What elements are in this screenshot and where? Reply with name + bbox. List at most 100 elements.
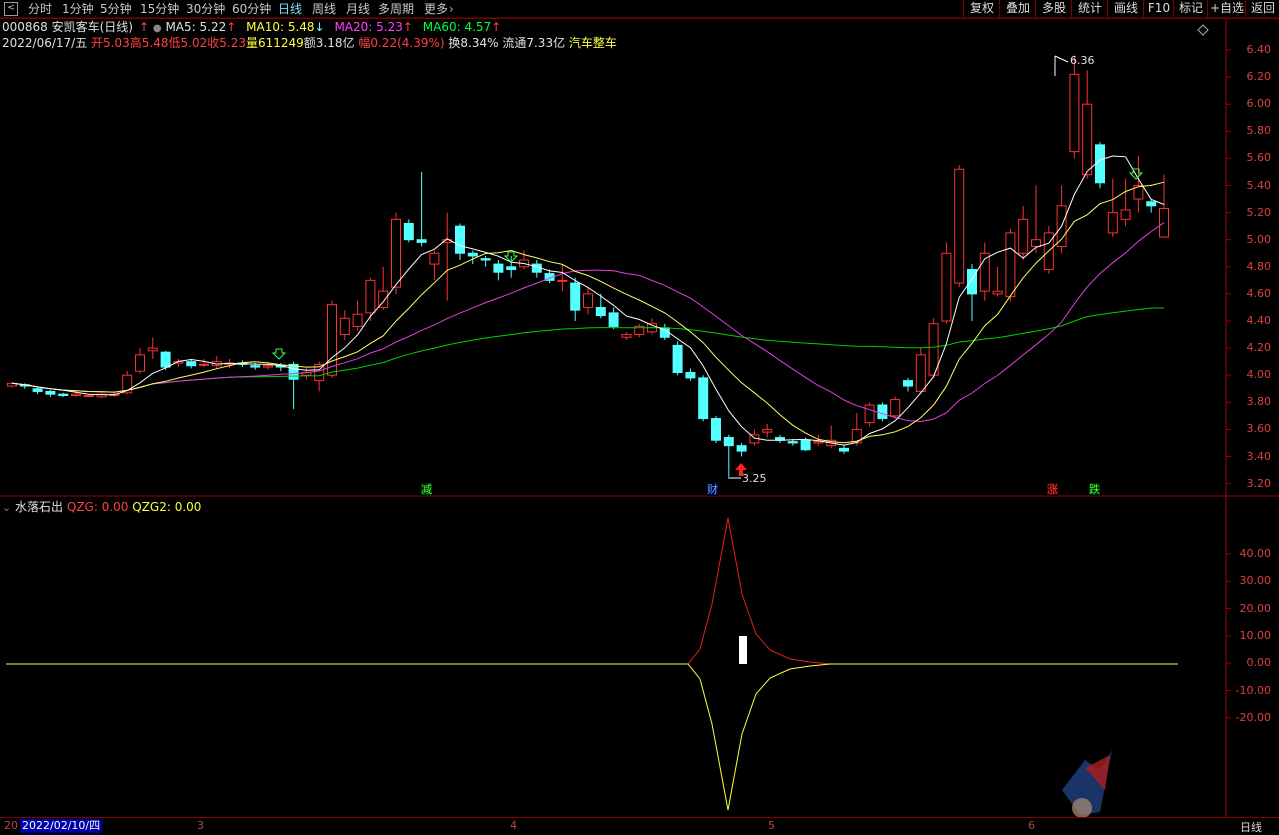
- candle-body: [391, 218, 401, 288]
- candle-body: [1095, 144, 1105, 184]
- candle-body: [493, 263, 504, 273]
- candle-body: [954, 168, 965, 284]
- low-price-label: 3.25: [742, 472, 767, 485]
- candle-body: [595, 306, 606, 317]
- candle-body: [1031, 239, 1041, 247]
- candle-body: [327, 304, 337, 376]
- candle-body: [698, 377, 709, 420]
- candle-body: [403, 222, 414, 241]
- price-axis-label: 3.40: [1246, 449, 1272, 463]
- candle-body: [1005, 232, 1016, 298]
- time-label-4: 4: [510, 819, 517, 832]
- price-axis-label: 6.20: [1246, 70, 1272, 84]
- candle-body: [915, 354, 926, 392]
- candle-body: [429, 252, 440, 265]
- candle-body: [352, 313, 363, 327]
- high-price-label: 6.36: [1070, 54, 1095, 67]
- candle-body: [365, 279, 376, 314]
- kline-chart[interactable]: [0, 0, 1279, 834]
- candle-body: [839, 447, 849, 452]
- qzg2-value: QZG2: 0.00: [132, 500, 202, 514]
- event-marker-finance[interactable]: 财: [707, 483, 718, 496]
- price-axis-label: 4.40: [1246, 314, 1272, 327]
- candle-body: [186, 361, 197, 367]
- price-axis-label: 4.20: [1246, 341, 1272, 355]
- candle-body: [480, 258, 491, 261]
- candle-body: [557, 279, 568, 282]
- candle-body: [71, 393, 81, 397]
- candle-body: [800, 439, 811, 451]
- price-axis-label: 3.60: [1246, 422, 1272, 436]
- candle-body: [1018, 218, 1029, 254]
- price-axis-label: 4.60: [1246, 286, 1272, 300]
- event-marker-limit-up[interactable]: 涨: [1047, 483, 1058, 496]
- candle-body: [147, 347, 158, 352]
- candle-body: [58, 393, 69, 397]
- price-axis-label: 6.00: [1246, 97, 1272, 111]
- candle-body: [45, 390, 56, 395]
- event-marker-reduce[interactable]: 减: [421, 483, 432, 496]
- candle-body: [877, 404, 888, 420]
- indicator-title: ⌄ 水落石出 QZG: 0.00 QZG2: 0.00: [2, 499, 201, 515]
- price-axis-label: 6.40: [1246, 43, 1272, 56]
- time-axis-stub: 20: [4, 819, 18, 832]
- candle-body: [864, 404, 875, 424]
- candle-body: [941, 252, 952, 322]
- candle-body: [455, 225, 465, 254]
- candle-body: [672, 344, 683, 373]
- candle-body: [583, 293, 593, 308]
- candle-body: [711, 418, 721, 441]
- candle-body: [570, 282, 581, 311]
- candle-body: [1069, 73, 1080, 153]
- candle-body: [199, 363, 209, 366]
- candle-body: [1082, 103, 1093, 176]
- site-logo: [1062, 750, 1112, 818]
- period-indicator[interactable]: 日线: [1240, 819, 1262, 835]
- indicator-name[interactable]: 水落石出: [15, 500, 63, 514]
- indicator-cursor-bar: [739, 636, 747, 664]
- candle-body: [608, 312, 619, 327]
- candle-body: [723, 437, 734, 447]
- candle-body: [160, 351, 171, 368]
- price-axis-label: 5.80: [1246, 124, 1272, 138]
- ma20-line: [11, 222, 1165, 423]
- candle-body: [762, 428, 773, 433]
- candle-body: [339, 317, 350, 336]
- qzg-line: [6, 517, 1178, 665]
- indicator-axis-label: 40.00: [1239, 547, 1272, 560]
- candle-body: [1120, 209, 1131, 220]
- event-marker-limit-down[interactable]: 跌: [1089, 483, 1100, 496]
- candle-body: [621, 334, 632, 338]
- time-label-6: 6: [1028, 819, 1035, 832]
- qzg2-line: [6, 663, 1178, 811]
- indicator-axis-label: 20.00: [1239, 601, 1272, 615]
- chevron-down-icon[interactable]: ⌄: [2, 501, 11, 514]
- indicator-axis-label: 0.00: [1246, 656, 1272, 670]
- price-axis-label: 3.20: [1246, 476, 1272, 490]
- candles: [7, 55, 1169, 477]
- time-label-3: 3: [197, 819, 204, 832]
- candle-body: [467, 252, 478, 257]
- candle-body: [992, 290, 1003, 295]
- candle-body: [787, 441, 798, 444]
- candle-body: [903, 380, 913, 387]
- candle-body: [736, 445, 747, 452]
- candle-body: [416, 239, 427, 243]
- price-axis-label: 4.00: [1246, 368, 1272, 382]
- candle-body: [1146, 201, 1157, 207]
- candle-body: [263, 365, 273, 368]
- time-axis: 20 2022/02/10/四 3 4 5 6 日线: [0, 817, 1279, 835]
- candle-body: [135, 354, 145, 372]
- indicator-axis-label: 10.00: [1239, 628, 1272, 642]
- candle-body: [506, 266, 517, 271]
- qzg-value: QZG: 0.00: [66, 500, 129, 514]
- price-axis-label: 3.80: [1246, 395, 1272, 409]
- candle-body: [32, 388, 43, 392]
- candle-body: [890, 399, 901, 417]
- price-axis-label: 5.20: [1246, 205, 1272, 219]
- candle-body: [1107, 212, 1118, 234]
- diamond-icon[interactable]: [1197, 24, 1209, 36]
- time-label-5: 5: [768, 819, 775, 832]
- price-axis-label: 5.60: [1246, 151, 1272, 165]
- candle-body: [250, 365, 261, 368]
